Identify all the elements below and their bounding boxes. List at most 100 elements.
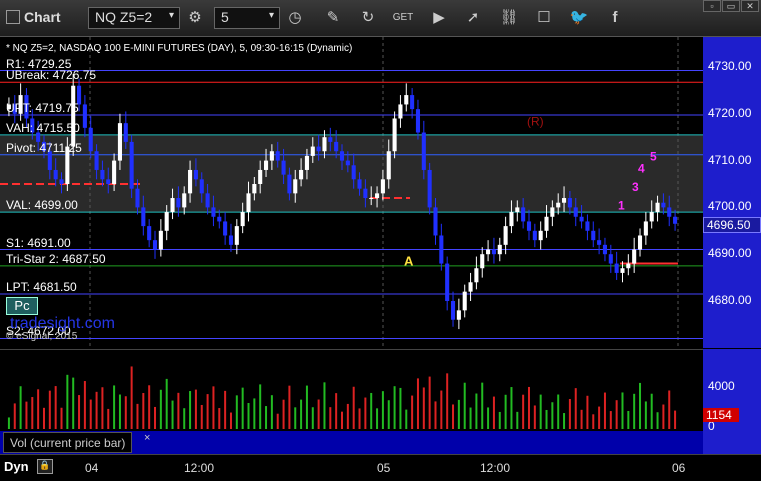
link-icon[interactable]: ⛓ (498, 8, 520, 28)
volume-bar (118, 394, 121, 429)
volume-bar (224, 390, 227, 429)
volume-bar (83, 381, 86, 429)
candle-body (217, 216, 222, 222)
candle-body (509, 212, 514, 227)
candle-body (316, 146, 321, 152)
volume-bar (72, 377, 75, 429)
comment-icon[interactable]: ☐ (533, 8, 555, 28)
volume-bar (674, 410, 677, 429)
time-axis[interactable]: Dyn 🔒 04 12:00 05 12:00 06 (0, 454, 761, 481)
volume-bar (609, 411, 612, 429)
facebook-icon[interactable]: f (604, 8, 626, 28)
volume-bar (154, 406, 157, 429)
candle-body (263, 160, 269, 170)
get-icon[interactable]: GET (392, 8, 414, 28)
volume-bar (393, 386, 396, 429)
volume-bar (89, 399, 92, 429)
setup-count-label: 4 (638, 161, 645, 175)
price-axis-tick: 4690.00 (708, 246, 752, 261)
candle-body (655, 202, 660, 213)
candle-body (345, 160, 350, 166)
candle-body (228, 235, 234, 245)
volume-bar (586, 395, 589, 429)
setup-count-label: 1 (618, 199, 625, 213)
last-price-tag: 4696.50 (703, 217, 761, 233)
candle-body (287, 174, 292, 194)
chart-title-text: Chart (24, 9, 61, 25)
volume-bar (522, 394, 525, 429)
pc-button[interactable]: Pc (6, 297, 38, 315)
candle-body (573, 207, 578, 217)
candle-body (626, 263, 631, 269)
candle-body (620, 268, 625, 273)
candle-body (71, 85, 76, 147)
candle-body (59, 179, 64, 184)
volume-bar (37, 389, 40, 429)
volume-bar (148, 385, 151, 429)
level-label: Pivot: 4711.25 (6, 140, 82, 155)
refresh-icon[interactable]: ↻ (357, 8, 379, 28)
close-icon[interactable]: × (144, 432, 150, 444)
interval-selector[interactable]: 5 ▾ (214, 7, 280, 29)
lock-icon[interactable]: 🔒 (37, 459, 53, 474)
candle-body (585, 221, 590, 231)
volume-bar (346, 403, 349, 429)
twitter-icon[interactable]: 🐦 (568, 8, 590, 28)
clock-icon[interactable]: ◷ (284, 8, 306, 28)
volume-bar (469, 407, 472, 429)
candle-body (147, 226, 152, 241)
candle-body (141, 207, 146, 227)
candle-body (433, 207, 438, 236)
level-label: S1: 4691.00 (6, 235, 71, 250)
settings-icon[interactable]: ⚙ (184, 8, 206, 28)
volume-axis-tick: 4000 (708, 379, 735, 393)
volume-bar (633, 393, 636, 429)
candle-body (526, 221, 532, 231)
candle-body (112, 160, 117, 184)
volume-bar (457, 399, 460, 429)
minimize-button[interactable]: ▫ (703, 0, 721, 12)
candle-body (106, 179, 111, 184)
time-tick: 04 (85, 461, 99, 475)
volume-bar (282, 399, 285, 429)
pen-icon[interactable]: ✎ (322, 8, 344, 28)
candle-body (88, 127, 93, 152)
chevron-down-icon: ▾ (268, 10, 274, 21)
volume-bar (557, 394, 560, 429)
volume-bar (422, 387, 425, 429)
volume-bar (452, 404, 455, 429)
symbol-selector[interactable]: NQ Z5=2 ▾ (88, 7, 180, 29)
candle-body (94, 151, 99, 170)
volume-chart-svg[interactable] (0, 349, 703, 431)
cursor-icon[interactable]: ➚ (462, 8, 484, 28)
candle-body (637, 235, 643, 250)
price-chart-svg[interactable]: A (R) 13 45 (0, 37, 703, 348)
volume-bar (229, 412, 232, 429)
play-icon[interactable]: ▶ (428, 8, 450, 28)
price-axis-tick: 4700.00 (708, 199, 752, 214)
chart-window-icon (6, 10, 20, 24)
volume-bar (387, 400, 390, 429)
candle-body (562, 198, 567, 203)
volume-bar (7, 417, 10, 429)
close-button[interactable]: ✕ (741, 0, 759, 12)
volume-bar (113, 385, 116, 429)
volume-bar (177, 392, 180, 429)
volume-bar (300, 399, 303, 429)
marker-a: A (404, 254, 414, 269)
volume-bar (440, 390, 443, 429)
volume-bar (475, 393, 478, 429)
price-axis[interactable]: 4730.00 4720.00 4710.00 4700.00 4690.00 4680.… (703, 37, 761, 348)
volume-study-label[interactable]: Vol (current price bar) (3, 432, 133, 453)
interval-value: 5 (221, 9, 229, 25)
volume-bar (241, 387, 244, 429)
volume-bar (235, 395, 238, 429)
volume-bar (341, 411, 343, 429)
candle-body (310, 146, 315, 156)
dyn-label[interactable]: Dyn (4, 459, 29, 474)
volume-bar (510, 387, 513, 429)
maximize-button[interactable]: ▭ (722, 0, 740, 12)
volume-axis[interactable]: 4000 0 (703, 349, 761, 454)
volume-bar (615, 400, 618, 429)
candle-body (193, 169, 198, 180)
